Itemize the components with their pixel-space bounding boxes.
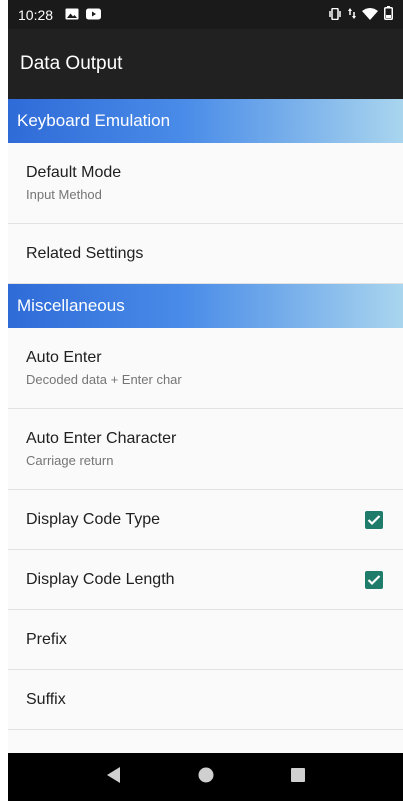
pref-title: Default Mode bbox=[26, 164, 122, 181]
section-title: Keyboard Emulation bbox=[17, 111, 171, 130]
pref-title: Display Code Length bbox=[26, 570, 175, 588]
pref-summary: Carriage return bbox=[26, 453, 114, 468]
pref-auto-enter[interactable]: Auto Enter Decoded data + Enter char bbox=[8, 328, 403, 409]
section-header-keyboard-emulation: Keyboard Emulation bbox=[8, 99, 403, 143]
data-arrows-icon bbox=[348, 7, 356, 23]
vibrate-icon bbox=[328, 7, 342, 23]
page-title: Data Output bbox=[20, 53, 123, 74]
pref-text: Display Code Type bbox=[26, 511, 365, 529]
pref-text: Auto Enter Decoded data + Enter char bbox=[26, 349, 383, 387]
pref-text: Suffix bbox=[26, 691, 383, 709]
pref-display-code-type[interactable]: Display Code Type bbox=[8, 490, 403, 550]
battery-icon bbox=[384, 6, 393, 23]
frame-border bbox=[0, 0, 8, 801]
pref-title: Auto Enter bbox=[26, 349, 102, 366]
pref-title: Prefix bbox=[26, 630, 67, 648]
section-header-miscellaneous: Miscellaneous bbox=[8, 284, 403, 328]
pref-text: Prefix bbox=[26, 631, 383, 649]
wifi-icon bbox=[362, 7, 378, 23]
pref-prefix[interactable]: Prefix bbox=[8, 610, 403, 670]
pref-summary: Input Method bbox=[26, 187, 102, 202]
status-icons bbox=[328, 6, 393, 23]
pref-text: Related Settings bbox=[26, 245, 383, 263]
pref-text: Auto Enter Character Carriage return bbox=[26, 430, 383, 468]
pref-text: Default Mode Input Method bbox=[26, 164, 383, 202]
youtube-icon bbox=[86, 7, 102, 23]
recents-icon[interactable] bbox=[290, 767, 305, 787]
image-icon bbox=[65, 7, 79, 23]
back-icon[interactable] bbox=[106, 766, 121, 788]
display-code-type-checkbox[interactable] bbox=[365, 510, 383, 529]
checkmark-icon bbox=[367, 514, 381, 525]
section-title: Miscellaneous bbox=[17, 296, 125, 315]
pref-title: Auto Enter Character bbox=[26, 430, 177, 447]
display-code-length-checkbox[interactable] bbox=[365, 570, 383, 589]
status-time: 10:28 bbox=[18, 6, 54, 23]
app-toolbar: Data Output bbox=[8, 29, 403, 99]
checkmark-icon bbox=[367, 574, 381, 585]
home-icon[interactable] bbox=[198, 767, 214, 788]
pref-text: Display Code Length bbox=[26, 571, 365, 589]
pref-default-mode[interactable]: Default Mode Input Method bbox=[8, 143, 403, 224]
navigation-bar bbox=[8, 753, 403, 801]
pref-auto-enter-character[interactable]: Auto Enter Character Carriage return bbox=[8, 409, 403, 490]
pref-title: Related Settings bbox=[26, 244, 144, 262]
pref-title: Display Code Type bbox=[26, 510, 160, 528]
pref-suffix[interactable]: Suffix bbox=[8, 670, 403, 730]
pref-display-code-length[interactable]: Display Code Length bbox=[8, 550, 403, 610]
app-screen: 10:28 Data Output Keyboard Emulation Def… bbox=[8, 0, 403, 801]
pref-title: Suffix bbox=[26, 690, 66, 708]
pref-summary: Decoded data + Enter char bbox=[26, 372, 182, 387]
pref-related-settings[interactable]: Related Settings bbox=[8, 224, 403, 284]
status-bar: 10:28 bbox=[8, 0, 403, 29]
